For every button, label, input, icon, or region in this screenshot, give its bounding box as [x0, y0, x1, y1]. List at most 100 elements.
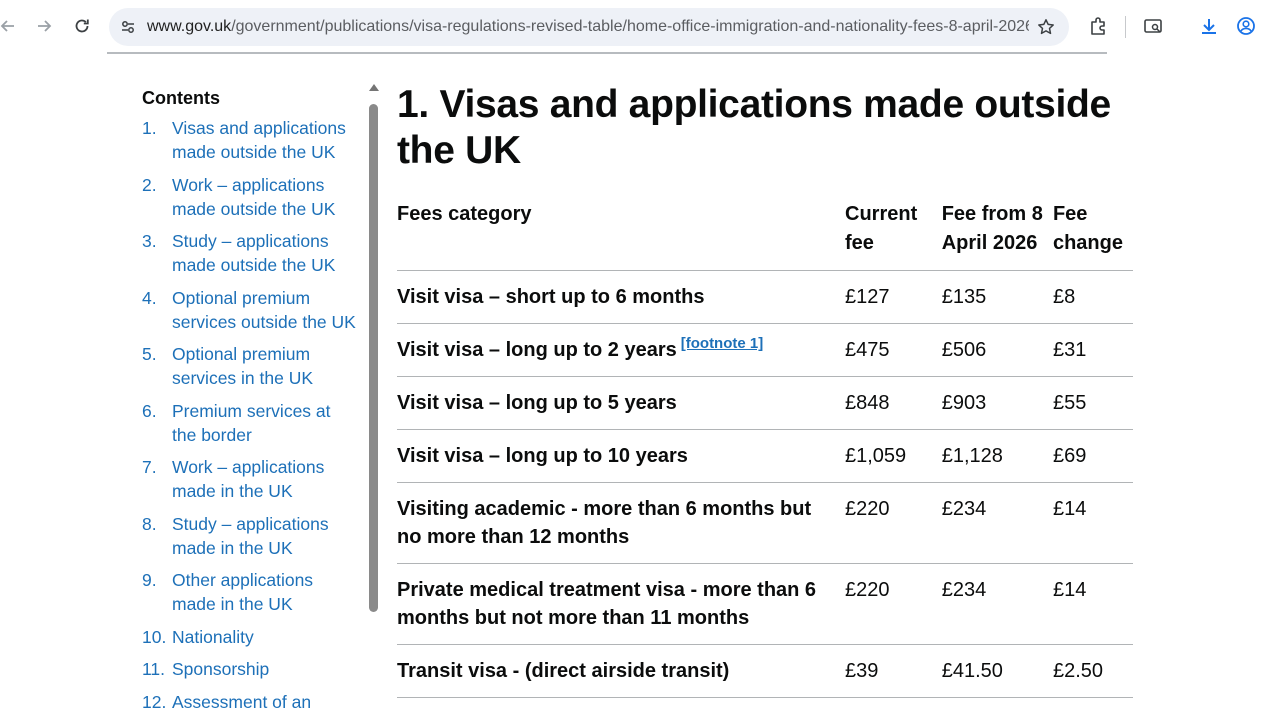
contents-link[interactable]: Optional premium services outside the UK: [172, 288, 356, 332]
contents-item-number: 5.: [142, 344, 157, 364]
contents-link[interactable]: Premium services at the border: [172, 401, 331, 445]
table-row: Visit visa – long up to 5 years £848 £903 £…: [397, 376, 1133, 430]
contents-item-number: 2.: [142, 174, 157, 195]
new-fee-cell: £135: [941, 270, 1053, 324]
table-row: Visiting academic - more than 6 months b…: [397, 482, 1133, 564]
contents-item-number: 3.: [142, 231, 157, 251]
contents-item-number: 9.: [142, 570, 157, 590]
page-viewport: Contents 1. Visas and applications made o…: [0, 54, 1280, 720]
url-domain: www.gov.uk: [147, 18, 232, 35]
header-fee-change: Fee change: [1052, 200, 1133, 271]
contents-item: 9. Other applications made in the UK: [142, 568, 357, 616]
current-fee-cell: £475: [845, 323, 942, 377]
contents-link[interactable]: Study – applications made in the UK: [172, 514, 329, 558]
address-bar[interactable]: www.gov.uk/government/publications/visa-…: [109, 8, 1069, 46]
header-fees-category: Fees category: [397, 200, 845, 271]
contents-item: 3. Study – applications made outside the …: [142, 229, 357, 277]
current-fee-cell: £127: [845, 270, 942, 324]
contents-item-number: 12.: [142, 691, 167, 712]
table-row: Visit visa – short up to 6 months £127 £13…: [397, 270, 1133, 324]
fee-change-cell: £55: [1052, 376, 1133, 430]
contents-item: 4. Optional premium services outside the …: [142, 286, 357, 334]
contents-link[interactable]: Assessment of an: [172, 692, 311, 712]
page-title: 1. Visas and applications made outside t…: [397, 83, 1111, 172]
fee-category-cell: Transit visa - (direct airside transit): [397, 644, 845, 698]
current-fee-cell: £220: [845, 563, 942, 645]
scroll-up-arrow-icon[interactable]: [369, 84, 379, 91]
fee-category-cell: Visit visa – short up to 6 months: [397, 270, 845, 324]
fee-category-text: Visit visa – long up to 5 years: [397, 392, 677, 414]
fee-category-text: Visit visa – short up to 6 months: [397, 286, 705, 308]
download-icon[interactable]: [1197, 14, 1221, 38]
new-fee-cell: £903: [941, 376, 1053, 430]
fee-category-cell: Visit visa – long up to 5 years: [397, 376, 845, 430]
extensions-icon[interactable]: [1086, 14, 1110, 38]
contents-link[interactable]: Visas and applications made outside the …: [172, 118, 346, 162]
table-row: Private medical treatment visa - more th…: [397, 563, 1133, 645]
contents-item: 11. Sponsorship: [142, 657, 357, 681]
site-info-icon[interactable]: [117, 16, 139, 38]
contents-item: 5. Optional premium services in the UK: [142, 342, 357, 390]
back-icon[interactable]: [0, 14, 20, 38]
bookmark-star-icon[interactable]: [1035, 16, 1057, 38]
toolbar-divider: [1125, 16, 1126, 38]
table-row: Visit visa – long up to 10 years £1,059 £1…: [397, 429, 1133, 483]
contents-item: 12. Assessment of an: [142, 690, 357, 714]
table-row: Visit visa – long up to 2 years [footnote…: [397, 323, 1133, 377]
contents-item: 8. Study – applications made in the UK: [142, 512, 357, 560]
fee-category-text: Private medical treatment visa - more th…: [397, 579, 817, 629]
contents-list: 1. Visas and applications made outside th…: [142, 116, 357, 714]
forward-icon[interactable]: [32, 14, 56, 38]
reload-icon[interactable]: [70, 14, 94, 38]
header-current-fee: Current fee: [845, 200, 942, 271]
main-content: 1. Visas and applications made outside t…: [397, 82, 1137, 698]
current-fee-cell: £220: [845, 482, 942, 564]
contents-title: Contents: [142, 88, 220, 108]
fee-change-cell: £2.50: [1052, 644, 1133, 698]
contents-link[interactable]: Other applications made in the UK: [172, 570, 313, 614]
contents-item: 7. Work – applications made in the UK: [142, 455, 357, 503]
current-fee-cell: £1,059: [845, 429, 942, 483]
new-fee-cell: £41.50: [941, 644, 1053, 698]
contents-link[interactable]: Work – applications made in the UK: [172, 457, 324, 501]
url-path: /government/publications/visa-regulation…: [231, 18, 1029, 35]
fee-category-text: Visit visa – long up to 2 years: [397, 339, 677, 361]
new-fee-cell: £1,128: [941, 429, 1053, 483]
fee-category-cell: Visit visa – long up to 10 years: [397, 429, 845, 483]
browser-toolbar: www.gov.uk/government/publications/visa-…: [0, 0, 1280, 52]
fee-change-cell: £14: [1052, 563, 1133, 645]
contents-link[interactable]: Optional premium services in the UK: [172, 344, 313, 388]
current-fee-cell: £848: [845, 376, 942, 430]
scrollbar-thumb[interactable]: [369, 104, 378, 612]
contents-link[interactable]: Work – applications made outside the UK: [172, 175, 335, 219]
table-row: Transit visa - (direct airside transit) £…: [397, 644, 1133, 698]
table-header-row: Fees category Current fee Fee from 8 Apr…: [397, 200, 1133, 271]
contents-link[interactable]: Nationality: [172, 627, 254, 647]
contents-link[interactable]: Sponsorship: [172, 659, 269, 679]
fee-change-cell: £8: [1052, 270, 1133, 324]
cast-icon[interactable]: [1141, 14, 1165, 38]
contents-item: 10. Nationality: [142, 625, 357, 649]
fee-category-text: Transit visa - (direct airside transit): [397, 660, 730, 682]
url-text[interactable]: www.gov.uk/government/publications/visa-…: [147, 18, 1029, 36]
new-fee-cell: £506: [941, 323, 1053, 377]
fees-table-body: Visit visa – short up to 6 months £127 £13…: [397, 270, 1133, 698]
fee-change-cell: £31: [1052, 323, 1133, 377]
contents-item-number: 10.: [142, 626, 167, 647]
contents-item: 6. Premium services at the border: [142, 399, 357, 447]
contents-item-number: 11.: [142, 659, 166, 679]
account-icon[interactable]: [1234, 14, 1258, 38]
contents-link[interactable]: Study – applications made outside the UK: [172, 231, 335, 275]
contents-item: 2. Work – applications made outside the U…: [142, 173, 357, 221]
contents-item-number: 8.: [142, 513, 157, 534]
current-fee-cell: £39: [845, 644, 942, 698]
contents-item-number: 6.: [142, 400, 157, 421]
footnote-link[interactable]: [footnote 1]: [681, 335, 763, 352]
fee-category-cell: Visit visa – long up to 2 years [footnote…: [397, 323, 845, 377]
fees-table: Fees category Current fee Fee from 8 Apr…: [397, 200, 1133, 698]
new-fee-cell: £234: [941, 482, 1053, 564]
header-fee-from: Fee from 8 April 2026: [941, 200, 1053, 271]
fee-change-cell: £69: [1052, 429, 1133, 483]
sidebar-scrollbar[interactable]: [368, 84, 380, 720]
contents-item-number: 7.: [142, 457, 157, 477]
